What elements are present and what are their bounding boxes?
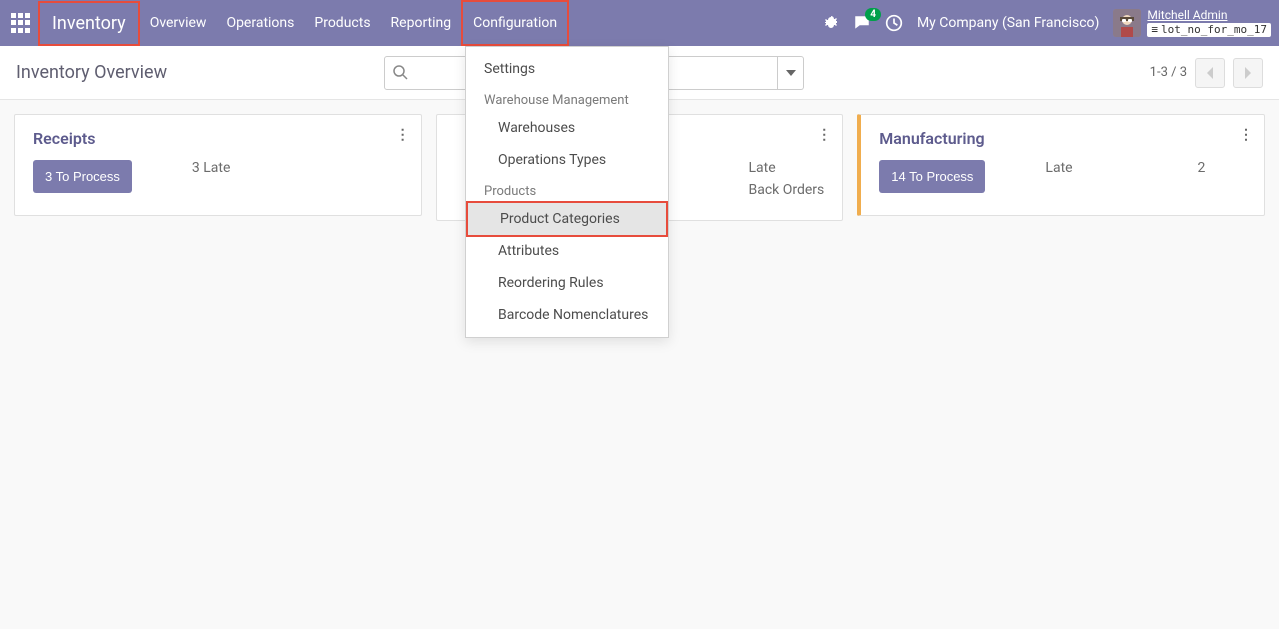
conversations-icon[interactable]: 4 <box>853 14 871 32</box>
dropdown-section-products: Products <box>466 176 668 203</box>
navbar-right: 4 My Company (San Francisco) Mitchell Ad… <box>823 0 1271 46</box>
card-manufacturing: ⋮ Manufacturing 14 To Process Late 2 <box>857 114 1265 216</box>
card-delivery-menu-icon[interactable]: ⋮ <box>817 127 830 143</box>
database-badge: lot_no_for_mo_17 <box>1147 23 1271 37</box>
manufacturing-late-label[interactable]: Late <box>1045 160 1072 176</box>
nav-configuration[interactable]: Configuration <box>461 0 569 46</box>
receipts-process-button[interactable]: 3 To Process <box>33 160 132 193</box>
navbar-left: Inventory Overview Operations Products R… <box>8 0 569 46</box>
nav-operations[interactable]: Operations <box>216 0 304 46</box>
configuration-dropdown: Settings Warehouse Management Warehouses… <box>465 46 669 338</box>
nav-products[interactable]: Products <box>304 0 380 46</box>
manufacturing-late-value: 2 <box>1198 160 1206 176</box>
user-menu[interactable]: Mitchell Admin lot_no_for_mo_17 <box>1113 9 1271 37</box>
dropdown-barcode-nomenclatures[interactable]: Barcode Nomenclatures <box>466 299 668 331</box>
search-options-toggle[interactable] <box>778 56 804 90</box>
search-icon <box>392 64 408 80</box>
card-manufacturing-menu-icon[interactable]: ⋮ <box>1239 127 1252 143</box>
dropdown-operations-types[interactable]: Operations Types <box>466 144 668 176</box>
pager: 1-3 / 3 <box>1150 58 1263 88</box>
receipts-late-label[interactable]: 3 Late <box>192 160 231 176</box>
pager-next-button[interactable] <box>1233 58 1263 88</box>
dropdown-settings[interactable]: Settings <box>466 53 668 85</box>
app-brand-inventory[interactable]: Inventory <box>38 1 140 46</box>
dropdown-attributes[interactable]: Attributes <box>466 235 668 267</box>
delivery-late-label[interactable]: Late <box>749 160 776 176</box>
nav-overview[interactable]: Overview <box>140 0 217 46</box>
dropdown-reordering-rules[interactable]: Reordering Rules <box>466 267 668 299</box>
user-name-label: Mitchell Admin <box>1147 9 1271 22</box>
card-receipts: ⋮ Receipts 3 To Process 3 Late <box>14 114 422 216</box>
main-navbar: Inventory Overview Operations Products R… <box>0 0 1279 46</box>
activities-clock-icon[interactable] <box>885 14 903 32</box>
user-avatar-icon <box>1113 9 1141 37</box>
pager-prev-button[interactable] <box>1195 58 1225 88</box>
dropdown-product-categories[interactable]: Product Categories <box>466 201 668 237</box>
company-switcher[interactable]: My Company (San Francisco) <box>917 15 1099 31</box>
card-receipts-title: Receipts <box>33 129 403 148</box>
card-manufacturing-title: Manufacturing <box>879 129 1246 148</box>
conversations-badge: 4 <box>865 8 881 21</box>
delivery-backorders-label[interactable]: Back Orders <box>749 182 825 198</box>
pager-counter: 1-3 / 3 <box>1150 65 1187 80</box>
nav-reporting[interactable]: Reporting <box>381 0 462 46</box>
page-title: Inventory Overview <box>16 62 167 83</box>
dropdown-warehouses[interactable]: Warehouses <box>466 112 668 144</box>
manufacturing-process-button[interactable]: 14 To Process <box>879 160 985 193</box>
dropdown-section-warehouse: Warehouse Management <box>466 85 668 112</box>
debug-icon[interactable] <box>823 15 839 31</box>
apps-grid-icon[interactable] <box>8 11 32 35</box>
card-receipts-menu-icon[interactable]: ⋮ <box>396 127 409 143</box>
